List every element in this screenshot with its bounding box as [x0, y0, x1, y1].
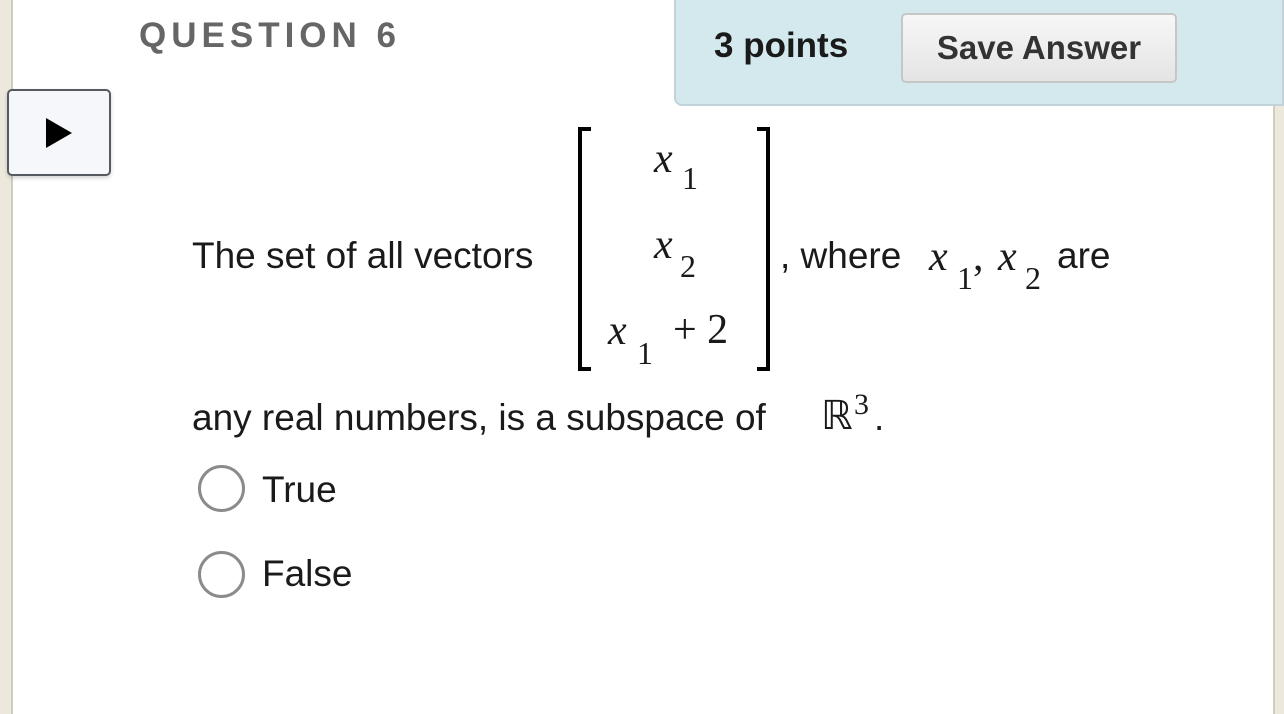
matrix-row3-variable: x — [608, 308, 627, 354]
option-false-radio[interactable] — [198, 551, 245, 598]
matrix-row1-variable: x — [654, 136, 673, 182]
prompt-text-are: are — [1057, 235, 1111, 276]
play-button[interactable] — [7, 89, 111, 176]
option-false-label[interactable]: False — [262, 553, 352, 595]
matrix-left-bracket — [578, 127, 591, 371]
option-true-label[interactable]: True — [262, 469, 337, 511]
right-margin-strip — [1273, 0, 1284, 714]
prompt-text-line2: any real numbers, is a subspace of — [192, 397, 766, 438]
real-numbers-exponent: 3 — [854, 388, 869, 421]
matrix-right-bracket — [757, 127, 770, 371]
matrix-row3-subscript: 1 — [637, 335, 653, 371]
matrix-row3-plus-two: + 2 — [673, 307, 729, 353]
option-true-radio[interactable] — [198, 465, 245, 512]
matrix-row1-subscript: 1 — [682, 160, 698, 196]
var-comma: , — [973, 234, 984, 280]
matrix-row2-variable: x — [654, 222, 673, 268]
prompt-text-period: . — [874, 397, 885, 438]
points-label: 3 points — [714, 26, 849, 65]
points-header: 3 points Save Answer — [674, 0, 1284, 106]
matrix-row2-subscript: 2 — [680, 248, 696, 284]
real-numbers-symbol: ℝ — [821, 393, 853, 438]
var-x1: x — [929, 234, 948, 280]
save-answer-button[interactable]: Save Answer — [901, 13, 1177, 83]
question-title: QUESTION 6 — [139, 16, 401, 55]
prompt-text-before-matrix: The set of all vectors — [192, 235, 534, 276]
var-x1-subscript: 1 — [957, 260, 973, 296]
var-x2: x — [998, 234, 1017, 280]
play-icon — [46, 118, 72, 148]
var-x2-subscript: 2 — [1025, 260, 1041, 296]
prompt-text-where: , where — [780, 235, 902, 276]
